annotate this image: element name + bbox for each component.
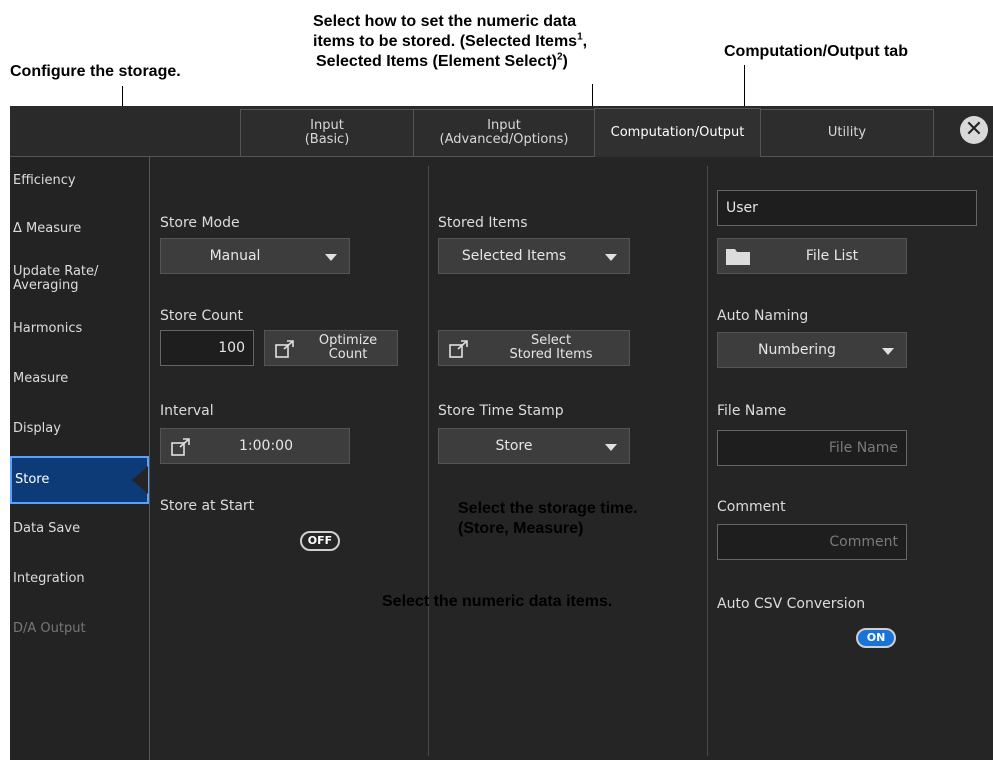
- selected-arrow-icon: [132, 466, 148, 494]
- chevron-down-icon: [605, 254, 617, 261]
- store-count-input[interactable]: 100: [160, 330, 254, 366]
- file-list-label: File List: [805, 248, 859, 264]
- column-divider-2: [707, 166, 708, 756]
- chevron-down-icon: [325, 254, 337, 261]
- popup-icon: [449, 340, 468, 358]
- store-count-label: Store Count: [160, 308, 244, 324]
- sidebar-item-display[interactable]: Display: [10, 407, 149, 451]
- auto-naming-dropdown[interactable]: Numbering: [717, 332, 907, 368]
- optimize-count-button[interactable]: Optimize Count: [264, 330, 398, 366]
- annotation-line-2: items to be stored. (Selected Items1,: [313, 31, 588, 50]
- stored-items-dropdown[interactable]: Selected Items: [438, 238, 630, 274]
- chevron-down-icon: [605, 444, 617, 451]
- sidebar-item-delta-measure[interactable]: Δ Measure: [10, 207, 149, 251]
- sidebar-item-store-label: Store: [15, 472, 50, 487]
- annotation-storage-time: Select the storage time. (Store, Measure…: [458, 499, 638, 539]
- tab-bar: Input (Basic) Input (Advanced/Options) C…: [10, 106, 993, 157]
- tab-utility[interactable]: Utility: [760, 109, 934, 156]
- auto-csv-label: Auto CSV Conversion: [717, 596, 866, 612]
- sidebar-item-integration[interactable]: Integration: [10, 557, 149, 601]
- interval-value: 1:00:00: [239, 438, 293, 454]
- annotation-computation-tab: Computation/Output tab: [724, 43, 908, 60]
- comment-placeholder: Comment: [829, 534, 898, 550]
- annotation-stored-items-method: Select how to set the numeric data items…: [313, 12, 673, 72]
- store-time-stamp-dropdown[interactable]: Store: [438, 428, 630, 464]
- file-list-button[interactable]: File List: [717, 238, 907, 274]
- user-folder-field[interactable]: User: [717, 190, 977, 226]
- tab-input-basic[interactable]: Input (Basic): [240, 109, 414, 156]
- sidebar-item-measure[interactable]: Measure: [10, 357, 149, 401]
- sidebar-item-efficiency[interactable]: Efficiency: [10, 159, 149, 203]
- comment-label: Comment: [717, 499, 786, 515]
- stored-items-value: Selected Items: [461, 248, 567, 264]
- tab-input-advanced[interactable]: Input (Advanced/Options): [413, 109, 595, 156]
- file-name-input[interactable]: File Name: [717, 430, 907, 466]
- select-stored-items-button[interactable]: Select Stored Items: [438, 330, 630, 366]
- close-icon[interactable]: ✕: [960, 116, 988, 144]
- store-at-start-toggle[interactable]: OFF: [300, 531, 340, 551]
- popup-icon: [171, 438, 190, 456]
- store-time-stamp-label: Store Time Stamp: [438, 403, 564, 419]
- annotation-select-items: Select the numeric data items.: [382, 593, 613, 610]
- file-name-label: File Name: [717, 403, 787, 419]
- sidebar-item-harmonics[interactable]: Harmonics: [10, 307, 149, 351]
- annotation-line-1: Select how to set the numeric data: [313, 13, 577, 30]
- select-stored-items-label: Select Stored Items: [509, 333, 593, 362]
- store-mode-label: Store Mode: [160, 215, 240, 231]
- auto-naming-value: Numbering: [758, 342, 836, 358]
- tab-computation-output[interactable]: Computation/Output: [594, 108, 761, 157]
- stored-items-label: Stored Items: [438, 215, 528, 231]
- comment-input[interactable]: Comment: [717, 524, 907, 560]
- sidebar-item-data-save[interactable]: Data Save: [10, 507, 149, 551]
- annotation-configure-storage: Configure the storage.: [10, 63, 181, 80]
- store-at-start-label: Store at Start: [160, 498, 255, 514]
- folder-icon: [726, 249, 750, 265]
- auto-csv-toggle[interactable]: ON: [856, 628, 896, 648]
- popup-icon: [275, 340, 294, 358]
- annotation-storage-time-line-1: Select the storage time.: [458, 500, 638, 517]
- annotation-line-3: Selected Items (Element Select)2): [316, 51, 568, 70]
- auto-naming-label: Auto Naming: [717, 308, 809, 324]
- annotation-storage-time-line-2: (Store, Measure): [458, 520, 584, 537]
- store-time-stamp-value: Store: [495, 438, 533, 454]
- interval-label: Interval: [160, 403, 214, 419]
- store-mode-dropdown[interactable]: Manual: [160, 238, 350, 274]
- optimize-count-label: Optimize Count: [318, 333, 378, 362]
- interval-button[interactable]: 1:00:00: [160, 428, 350, 464]
- file-name-placeholder: File Name: [828, 440, 898, 456]
- sidebar: Efficiency Δ Measure Update Rate/ Averag…: [10, 157, 150, 760]
- store-mode-value: Manual: [209, 248, 261, 264]
- column-divider-1: [428, 166, 429, 756]
- sidebar-item-update-rate[interactable]: Update Rate/ Averaging: [10, 257, 149, 301]
- sidebar-item-da-output: D/A Output: [13, 621, 86, 636]
- settings-screen: Input (Basic) Input (Advanced/Options) C…: [10, 106, 993, 760]
- sidebar-item-store[interactable]: Store: [10, 456, 149, 504]
- chevron-down-icon: [882, 348, 894, 355]
